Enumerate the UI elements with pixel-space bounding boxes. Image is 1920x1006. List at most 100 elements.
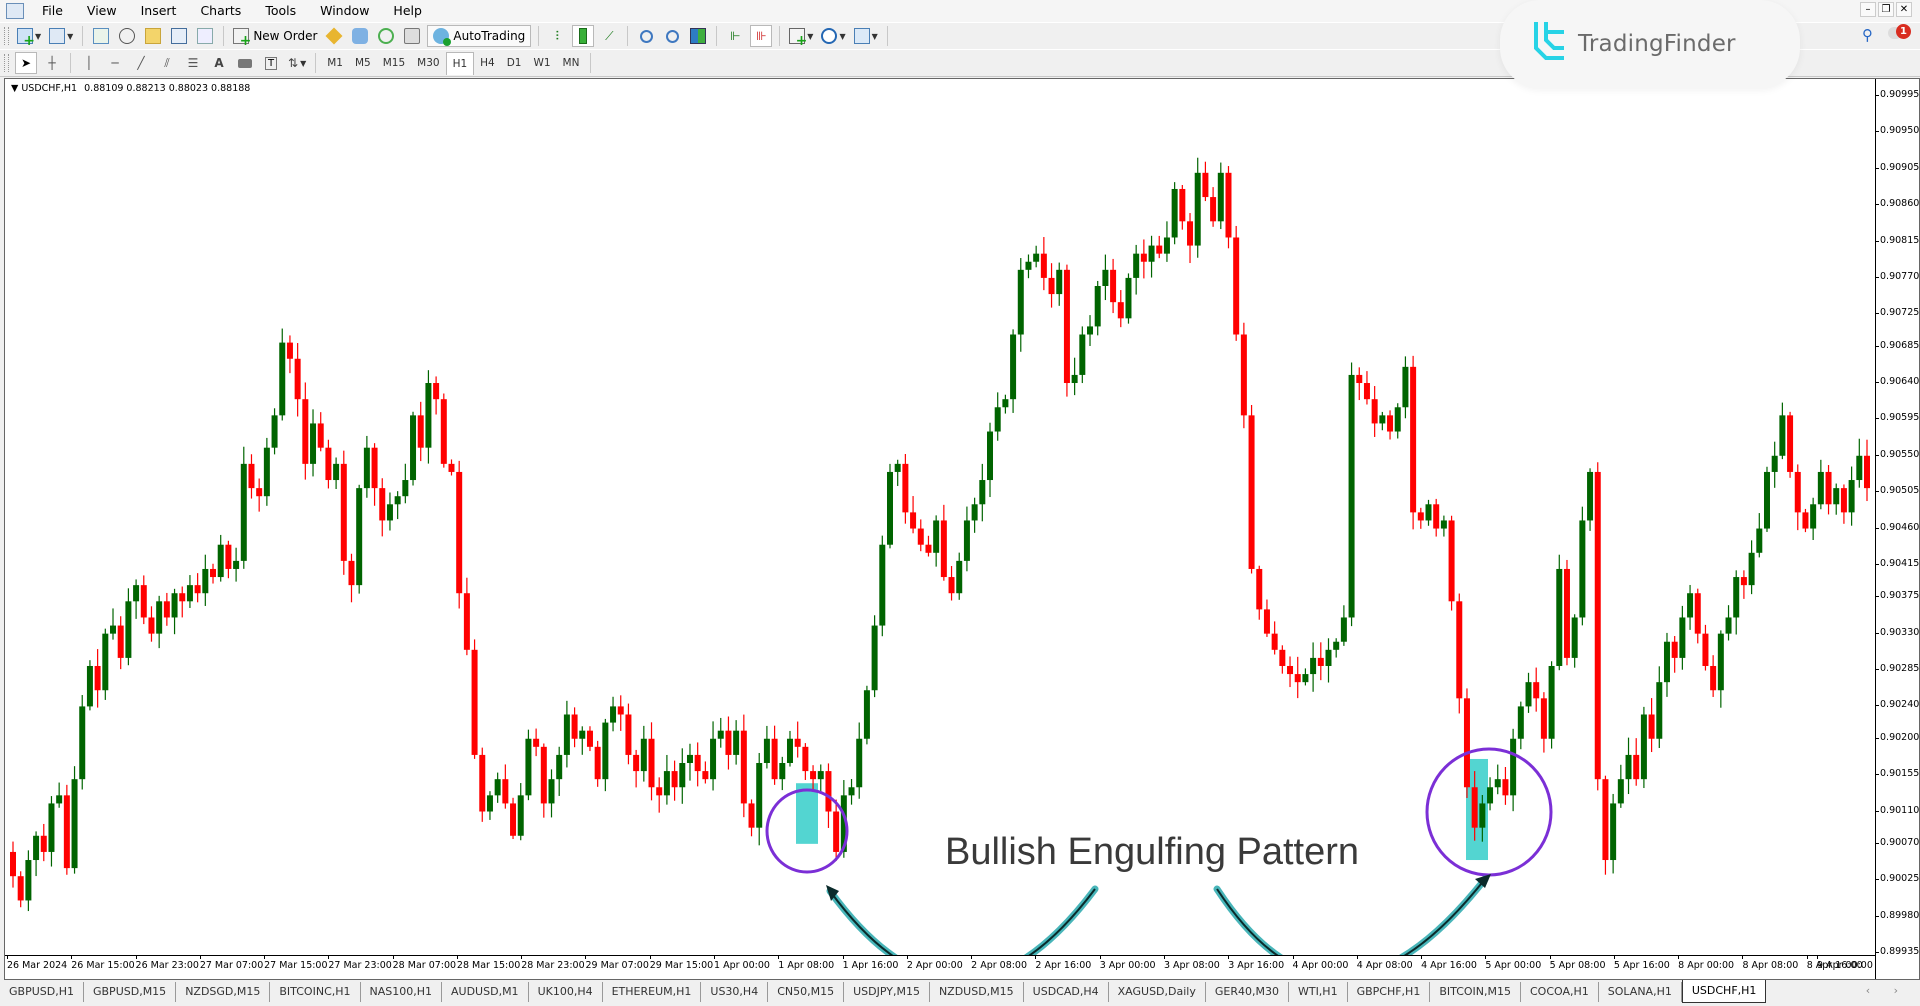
chart-tab[interactable]: ETHEREUM,H1 [603,982,702,1002]
timeframe-d1[interactable]: D1 [501,52,528,74]
candle-body [440,399,447,464]
new-chart-button[interactable]: + ▼ [15,25,43,48]
chart-tab[interactable]: USDCAD,H4 [1024,982,1109,1002]
crosshair-target-icon [119,28,136,44]
candle-body [1225,172,1232,238]
vertical-line-button[interactable]: │ [78,52,100,74]
chart-tab[interactable]: GBPUSD,M15 [84,982,177,1002]
candle-body [1110,269,1117,303]
candlestick-chart-button[interactable] [572,25,595,47]
chart-tab[interactable]: CN50,M15 [768,982,845,1002]
vps-button[interactable] [375,25,397,47]
print-button[interactable] [401,25,423,47]
data-window-button[interactable] [116,25,138,47]
tab-scroll-arrows[interactable]: ‹ › [1866,984,1908,997]
zoom-in-button[interactable] [635,25,657,47]
menu-charts[interactable]: Charts [188,0,253,22]
equidistant-channel-button[interactable]: ⫽ [156,52,178,74]
timeframe-m1[interactable]: M1 [321,52,349,74]
chart-window[interactable]: ▼ USDCHF,H1 0.88109 0.88213 0.88023 0.88… [4,78,1920,980]
chart-tab[interactable]: NZDUSD,M15 [930,982,1024,1002]
timeframe-h4[interactable]: H4 [474,52,501,74]
menu-file[interactable]: File [30,0,75,22]
navigator-button[interactable] [142,25,164,47]
chart-tab[interactable]: COCOA,H1 [1521,982,1599,1002]
candle-body [1333,641,1340,650]
candle-body [1125,277,1132,319]
chart-tab[interactable]: GBPCHF,H1 [1348,982,1431,1002]
periods-button[interactable]: ▼ [819,25,847,47]
chart-tab[interactable]: GBPUSD,H1 [0,982,84,1002]
timeframe-m5[interactable]: M5 [349,52,377,74]
candle-body [1417,512,1424,521]
folder-star-icon [145,28,162,44]
toolbar-grip[interactable] [4,27,9,45]
autotrading-icon [433,28,452,46]
chart-tab[interactable]: SOLANA,H1 [1599,982,1682,1002]
chart-tab[interactable]: UK100,H4 [529,982,603,1002]
strategy-tester-button[interactable] [194,25,216,47]
chart-tab[interactable]: BITCOINC,H1 [270,982,361,1002]
text-label-button[interactable] [234,52,256,74]
y-tick-label: 0.90285 [1874,663,1920,675]
toolbar-grip[interactable] [4,54,9,72]
terminal-button[interactable] [168,25,190,47]
crosshair-button[interactable]: ┼ [41,52,63,74]
fibonacci-button[interactable]: ☰ [182,52,204,74]
menu-view[interactable]: View [75,0,129,22]
chart-shift-button[interactable]: ⊪ [750,25,773,47]
candlestick-plot[interactable] [5,79,1875,955]
timeframe-m15[interactable]: M15 [377,52,411,74]
time-axis[interactable]: 26 Mar 2024 26 Mar 15:00 26 Mar 23:00 27 Ma… [5,955,1875,980]
cursor-button[interactable]: ➤ [15,52,37,74]
minimize-button[interactable]: – [1860,2,1876,17]
tile-windows-button[interactable] [687,25,709,47]
candle-body [248,463,255,489]
menu-help[interactable]: Help [381,0,434,22]
timeframe-w1[interactable]: W1 [527,52,556,74]
chart-tab[interactable]: GER40,M30 [1206,982,1289,1002]
chart-tab[interactable]: XAGUSD,Daily [1109,982,1206,1002]
chart-tab[interactable]: WTI,H1 [1289,982,1348,1002]
chart-tab[interactable]: AUDUSD,M1 [442,982,529,1002]
restore-button[interactable]: ❐ [1878,2,1894,17]
indicators-button[interactable]: + ▼ [787,25,815,48]
profiles-button[interactable]: ▼ [47,25,75,47]
new-order-button[interactable]: + New Order [231,25,319,48]
candle-body [1610,803,1617,861]
horizontal-line-button[interactable]: ─ [104,52,126,74]
menu-tools[interactable]: Tools [253,0,308,22]
arrows-button[interactable]: ⇅ ▼ [286,52,308,74]
price-axis[interactable]: 0.90995 0.90950 0.90905 0.90860 0.90815 0.907… [1874,79,1920,979]
trendline-button[interactable]: ╱ [130,52,152,74]
notification-badge[interactable]: 1 [1896,24,1911,39]
timeframe-mn[interactable]: MN [557,52,586,74]
chart-tab[interactable]: BITCOIN,M15 [1430,982,1521,1002]
text-box-button[interactable]: T [260,52,282,74]
autotrading-button[interactable]: AutoTrading [427,25,532,47]
line-chart-button[interactable]: ⟋ [598,25,620,47]
signals-button[interactable] [349,25,371,47]
chart-tab[interactable]: NZDSGD,M15 [176,982,271,1002]
candle-body [1263,609,1270,634]
zoom-out-button[interactable] [661,25,683,47]
chart-tab[interactable]: US30,H4 [701,982,769,1002]
menu-insert[interactable]: Insert [129,0,189,22]
bar-chart-button[interactable]: ⫶ [546,25,568,47]
search-icon[interactable]: ⚲ [1862,26,1873,44]
text-button[interactable]: A [208,52,230,74]
candle-body [1363,383,1370,400]
auto-scroll-button[interactable]: ⊩ [724,25,746,47]
templates-button[interactable]: ▼ [852,25,880,47]
chart-tab[interactable]: USDCHF,H1 [1681,980,1767,1003]
timeframe-m30[interactable]: M30 [411,52,445,74]
chart-tab[interactable]: USDJPY,M15 [844,982,930,1002]
candle-body [348,560,355,586]
timeframe-h1[interactable]: H1 [445,51,475,75]
candle-body [1433,504,1440,529]
close-button[interactable]: ✕ [1896,2,1912,17]
menu-window[interactable]: Window [308,0,381,22]
metaeditor-button[interactable] [323,25,345,47]
market-watch-button[interactable] [90,25,112,47]
chart-tab[interactable]: NAS100,H1 [361,982,443,1002]
